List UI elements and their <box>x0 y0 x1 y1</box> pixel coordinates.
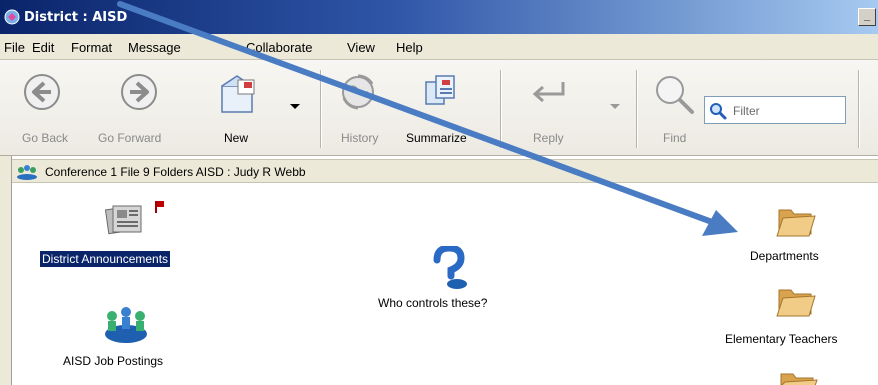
annotation-arrow <box>117 1 738 236</box>
